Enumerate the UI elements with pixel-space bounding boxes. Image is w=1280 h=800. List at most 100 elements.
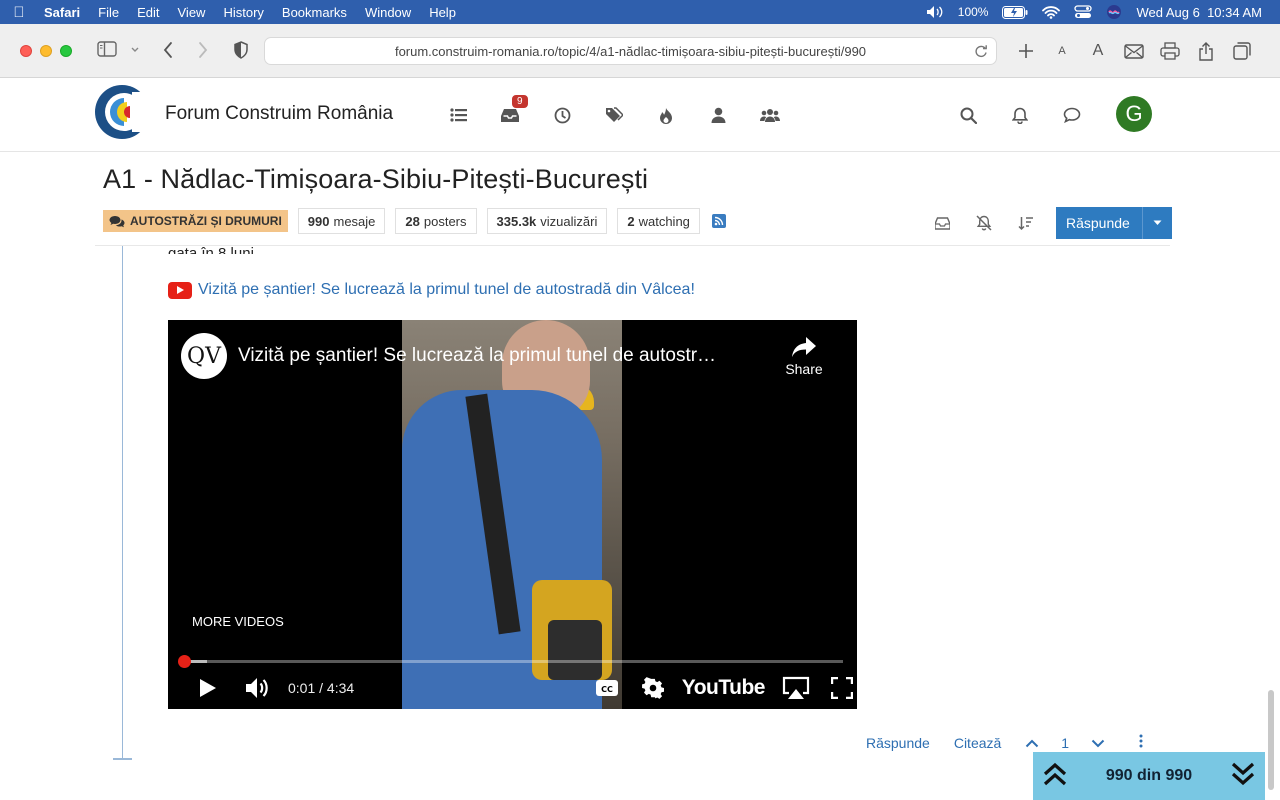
reply-options-toggle[interactable] <box>1141 207 1172 239</box>
user-icon <box>711 107 725 123</box>
topic-title: A1 - Nădlac-Timișoara-Sibiu-Pitești-Bucu… <box>103 164 649 194</box>
youtube-embed[interactable]: QV Vizită pe șantier! Se lucrează la pri… <box>168 320 857 709</box>
nav-recent[interactable] <box>536 102 588 128</box>
downvote-button[interactable] <box>1091 735 1105 751</box>
site-title[interactable]: Forum Construim România <box>165 103 393 125</box>
menu-file[interactable]: File <box>89 5 128 20</box>
privacy-shield-icon[interactable] <box>233 41 249 59</box>
video-link-text: Vizită pe șantier! Se lucrează la primul… <box>198 281 695 298</box>
post-quote-button[interactable]: Citează <box>954 735 1001 751</box>
airplay-icon <box>782 676 810 699</box>
channel-logo[interactable]: QV <box>181 333 227 379</box>
nav-popular[interactable] <box>640 102 692 128</box>
siri-icon[interactable] <box>1106 4 1122 20</box>
users-group-icon <box>760 108 780 122</box>
category-badge[interactable]: AUTOSTRĂZI ȘI DRUMURI <box>103 210 288 232</box>
control-center-icon[interactable] <box>1074 5 1093 19</box>
post-thread-line <box>122 246 123 760</box>
video-title[interactable]: Vizită pe șantier! Se lucrează la primul… <box>238 345 768 367</box>
wifi-icon[interactable] <box>1042 5 1061 19</box>
nav-unread[interactable]: 9 <box>484 94 536 128</box>
airplay-button[interactable] <box>781 670 811 706</box>
user-avatar[interactable]: G <box>1116 96 1152 132</box>
volume-icon <box>246 678 268 698</box>
mail-icon[interactable] <box>1116 38 1152 64</box>
back-icon[interactable] <box>162 41 174 59</box>
minimize-window-button[interactable] <box>40 44 52 57</box>
new-tab-icon[interactable] <box>1008 38 1044 64</box>
play-button[interactable] <box>194 670 222 706</box>
menu-window[interactable]: Window <box>356 5 420 20</box>
upvote-button[interactable] <box>1025 735 1039 751</box>
video-progress-bar[interactable] <box>180 660 843 663</box>
video-scrubber-handle[interactable] <box>178 655 191 668</box>
more-videos-button[interactable]: MORE VIDEOS <box>192 614 284 629</box>
jump-to-top-button[interactable] <box>1041 760 1069 793</box>
topic-reply-button[interactable]: Răspunde <box>1056 207 1172 239</box>
share-icon[interactable] <box>1188 38 1224 64</box>
youtube-icon <box>168 281 192 299</box>
share-arrow-icon <box>792 337 816 357</box>
video-share-button[interactable]: Share <box>778 336 830 377</box>
header-notifications-button[interactable] <box>994 102 1046 128</box>
menu-history[interactable]: History <box>214 5 272 20</box>
tab-overview-icon[interactable] <box>1224 38 1260 64</box>
play-icon <box>200 679 216 697</box>
inbox-icon <box>501 108 519 122</box>
battery-percent: 100% <box>957 5 989 19</box>
youtube-brand-button[interactable]: YouTube <box>682 670 766 706</box>
video-link[interactable]: Vizită pe șantier! Se lucrează la primul… <box>168 281 695 299</box>
print-icon[interactable] <box>1152 38 1188 64</box>
apple-icon[interactable]:  <box>0 4 38 21</box>
watch-toggle-button[interactable] <box>963 209 1005 237</box>
nav-users[interactable] <box>692 102 744 128</box>
text-larger-icon[interactable]: A <box>1080 38 1116 64</box>
sidebar-toggle-icon[interactable] <box>97 41 117 57</box>
header-chats-button[interactable] <box>1046 102 1098 128</box>
close-window-button[interactable] <box>20 44 32 57</box>
fullscreen-button[interactable] <box>827 670 857 706</box>
nav-tags[interactable] <box>588 102 640 128</box>
mark-unread-button[interactable] <box>921 209 963 237</box>
forward-icon[interactable] <box>197 41 209 59</box>
vote-count[interactable]: 1 <box>1061 735 1069 751</box>
gear-icon <box>641 677 664 699</box>
chat-icon <box>1063 107 1081 123</box>
settings-button[interactable] <box>638 670 668 706</box>
nav-groups[interactable] <box>744 102 796 128</box>
menu-edit[interactable]: Edit <box>128 5 168 20</box>
stat-posts: 990 mesaje <box>297 208 386 234</box>
text-smaller-icon[interactable]: A <box>1044 38 1080 64</box>
topic-progress-widget[interactable]: 990 din 990 <box>1033 752 1265 800</box>
sort-button[interactable] <box>1005 209 1047 237</box>
post-reply-button[interactable]: Răspunde <box>866 735 930 751</box>
battery-icon[interactable] <box>1002 5 1028 19</box>
bell-icon <box>1012 107 1028 124</box>
rss-icon[interactable] <box>711 214 726 228</box>
menu-help[interactable]: Help <box>420 5 465 20</box>
post-more-options-button[interactable] <box>1139 734 1143 751</box>
site-logo[interactable] <box>94 84 150 140</box>
bell-slash-icon <box>976 215 992 231</box>
jump-to-bottom-button[interactable] <box>1229 760 1257 793</box>
address-bar[interactable]: forum.construim-romania.ro/topic/4/a1-nă… <box>264 37 997 65</box>
mute-button[interactable] <box>242 670 274 706</box>
stat-watching-label: watching <box>638 213 690 229</box>
captions-button[interactable]: CC <box>592 670 622 706</box>
menu-view[interactable]: View <box>169 5 215 20</box>
captions-label: CC <box>601 685 613 694</box>
stat-views: 335.3k vizualizări <box>486 208 608 234</box>
menubar-clock[interactable]: Wed Aug 6 10:34 AM <box>1136 5 1262 20</box>
main-nav: 9 <box>432 94 796 128</box>
stat-watching: 2 watching <box>617 208 700 234</box>
chevron-down-icon[interactable] <box>130 46 140 54</box>
zoom-window-button[interactable] <box>60 44 72 57</box>
video-controls: 0:01 / 4:34 CC YouTube <box>168 670 857 706</box>
reload-icon[interactable] <box>974 43 988 62</box>
volume-icon[interactable] <box>926 5 944 19</box>
page-scrollbar[interactable] <box>1268 690 1274 790</box>
nav-categories[interactable] <box>432 102 484 128</box>
header-search-button[interactable] <box>942 102 994 128</box>
menu-app-name[interactable]: Safari <box>38 5 89 20</box>
menu-bookmarks[interactable]: Bookmarks <box>273 5 356 20</box>
